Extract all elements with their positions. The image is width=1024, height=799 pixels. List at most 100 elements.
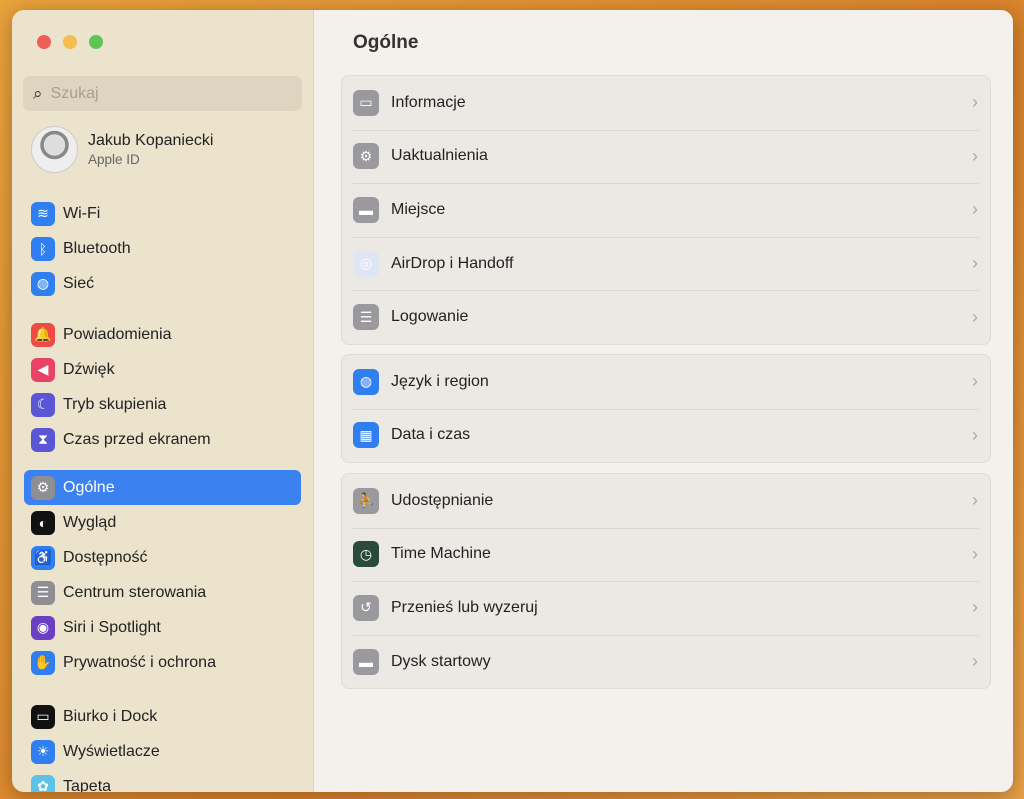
chevron-right-icon: › <box>972 306 978 327</box>
chevron-right-icon: › <box>972 424 978 445</box>
globe-icon: ◍ <box>353 368 379 395</box>
sidebar-group: ⚙ Ogólne ◐ Wygląd ♿ Dostępność ☰ Centrum sterow… <box>24 470 301 680</box>
settings-row-label: Miejsce <box>391 200 446 218</box>
settings-row[interactable]: ◎ AirDrop i Handoff › <box>342 236 990 291</box>
window-controls <box>37 35 103 49</box>
sidebar-item[interactable]: ✋ Prywatność i ochrona <box>24 645 301 680</box>
settings-row[interactable]: ▦ Data i czas › <box>342 408 990 463</box>
sidebar-item[interactable]: 🔔 Powiadomienia <box>24 317 301 352</box>
wallpaper-icon: ✿ <box>31 774 55 792</box>
hourglass-icon: ⧗ <box>31 427 55 452</box>
accessibility-icon: ♿ <box>31 545 55 570</box>
wifi-icon: ≋ <box>31 201 55 226</box>
sharing-icon: ⛹ <box>353 487 379 514</box>
sidebar-item[interactable]: ⧗ Czas przed ekranem <box>24 422 301 457</box>
avatar <box>31 126 78 173</box>
drive-icon: ▬ <box>353 196 379 223</box>
settings-row-label: Udostępnianie <box>391 491 494 509</box>
sidebar-group: 🔔 Powiadomienia ◀ Dźwięk ☾ Tryb skupienia ⧗ Cza… <box>24 317 301 457</box>
sidebar-item[interactable]: ᛒ Bluetooth <box>24 231 301 266</box>
settings-row[interactable]: ▬ Miejsce › <box>342 183 990 237</box>
sidebar-item[interactable]: ☾ Tryb skupienia <box>24 387 301 422</box>
bluetooth-icon: ᛒ <box>31 236 55 261</box>
settings-row-label: Dysk startowy <box>391 652 491 670</box>
sidebar-item-label: Wyświetlacze <box>63 742 160 760</box>
settings-row[interactable]: ▬ Dysk startowy › <box>342 634 990 689</box>
sidebar-item-label: Czas przed ekranem <box>63 430 211 448</box>
search-input[interactable] <box>50 84 251 103</box>
bell-icon: 🔔 <box>31 322 55 347</box>
sidebar-item[interactable]: ✿ Tapeta <box>24 769 301 792</box>
sidebar-item-label: Ogólne <box>63 478 115 496</box>
sidebar-item[interactable]: ♿ Dostępność <box>24 540 301 575</box>
sidebar-item-label: Prywatność i ochrona <box>63 653 216 671</box>
chevron-right-icon: › <box>972 253 978 274</box>
minimize-button[interactable] <box>63 35 77 49</box>
laptop-icon: ▭ <box>353 89 379 116</box>
settings-row-label: Time Machine <box>391 545 491 563</box>
sidebar-item[interactable]: ⚙ Ogólne <box>24 470 301 505</box>
settings-row[interactable]: ◍ Język i region › <box>342 355 990 409</box>
globe-icon: ◍ <box>31 271 55 296</box>
settings-row-label: Przenieś lub wyzeruj <box>391 598 538 616</box>
sidebar-item[interactable]: ◐ Wygląd <box>24 505 301 540</box>
user-subtitle: Apple ID <box>88 152 140 167</box>
chevron-right-icon: › <box>972 597 978 618</box>
user-name: Jakub Kopaniecki <box>88 132 214 149</box>
dock-icon: ▭ <box>31 704 55 729</box>
search-icon: ⌕ <box>33 83 43 103</box>
chevron-right-icon: › <box>972 490 978 511</box>
reset-icon: ↺ <box>353 594 379 621</box>
time-machine-icon: ◷ <box>353 541 379 568</box>
zoom-button[interactable] <box>89 35 103 49</box>
speaker-icon: ◀ <box>31 357 55 382</box>
chevron-right-icon: › <box>972 199 978 220</box>
gear-icon: ⚙ <box>31 475 55 500</box>
disk-icon: ▬ <box>353 648 379 675</box>
moon-icon: ☾ <box>31 392 55 417</box>
settings-row-label: Uaktualnienia <box>391 147 488 165</box>
settings-row-label: Logowanie <box>391 308 469 326</box>
sidebar-item-label: Siri i Spotlight <box>63 618 161 636</box>
page-title: Ogólne <box>353 32 419 53</box>
sidebar-item[interactable]: ◉ Siri i Spotlight <box>24 610 301 645</box>
settings-window: ⌕ Jakub Kopaniecki Apple ID ≋ Wi-Fi ᛒ Bluet… <box>12 10 1013 792</box>
chevron-right-icon: › <box>972 651 978 672</box>
settings-group: ◍ Język i region › ▦ Data i czas › <box>341 354 991 464</box>
sidebar-item-label: Bluetooth <box>63 239 131 257</box>
chevron-right-icon: › <box>972 145 978 166</box>
sidebar-item[interactable]: ≋ Wi-Fi <box>24 196 301 231</box>
sidebar-item-label: Wygląd <box>63 513 117 531</box>
sidebar-item-label: Wi-Fi <box>63 204 101 222</box>
settings-row-label: Informacje <box>391 93 466 111</box>
chevron-right-icon: › <box>972 371 978 392</box>
settings-row[interactable]: ▭ Informacje › <box>342 76 990 130</box>
sidebar-group: ▭ Biurko i Dock ☀ Wyświetlacze ✿ Tapeta <box>24 699 301 792</box>
chevron-right-icon: › <box>972 543 978 564</box>
sidebar-item[interactable]: ☀ Wyświetlacze <box>24 734 301 769</box>
settings-row[interactable]: ⛹ Udostępnianie › <box>342 474 990 528</box>
sidebar-item[interactable]: ◀ Dźwięk <box>24 352 301 387</box>
settings-row-label: Data i czas <box>391 426 471 444</box>
sidebar-item-label: Powiadomienia <box>63 325 172 343</box>
settings-row[interactable]: ◷ Time Machine › <box>342 527 990 582</box>
settings-row-label: AirDrop i Handoff <box>391 254 514 272</box>
toggles-icon: ☰ <box>31 580 55 605</box>
sidebar-item-label: Dostępność <box>63 548 148 566</box>
siri-icon: ◉ <box>31 615 55 640</box>
gear-badge-icon: ⚙ <box>353 143 379 170</box>
hand-icon: ✋ <box>31 650 55 675</box>
sidebar-item[interactable]: ☰ Centrum sterowania <box>24 575 301 610</box>
sun-icon: ☀ <box>31 739 55 764</box>
search-field[interactable]: ⌕ <box>23 76 302 111</box>
sidebar-item-label: Tryb skupienia <box>63 395 167 413</box>
apple-id-account[interactable]: Jakub Kopaniecki Apple ID <box>31 126 213 173</box>
settings-row[interactable]: ↺ Przenieś lub wyzeruj › <box>342 581 990 635</box>
sidebar-item[interactable]: ◍ Sieć <box>24 266 301 301</box>
settings-row[interactable]: ☰ Logowanie › <box>342 290 990 344</box>
chevron-right-icon: › <box>972 92 978 113</box>
settings-group: ▭ Informacje › ⚙ Uaktualnienia › ▬ Miejsce › ◎ Air… <box>341 75 991 345</box>
sidebar-item[interactable]: ▭ Biurko i Dock <box>24 699 301 734</box>
close-button[interactable] <box>37 35 51 49</box>
settings-row[interactable]: ⚙ Uaktualnienia › <box>342 129 990 184</box>
